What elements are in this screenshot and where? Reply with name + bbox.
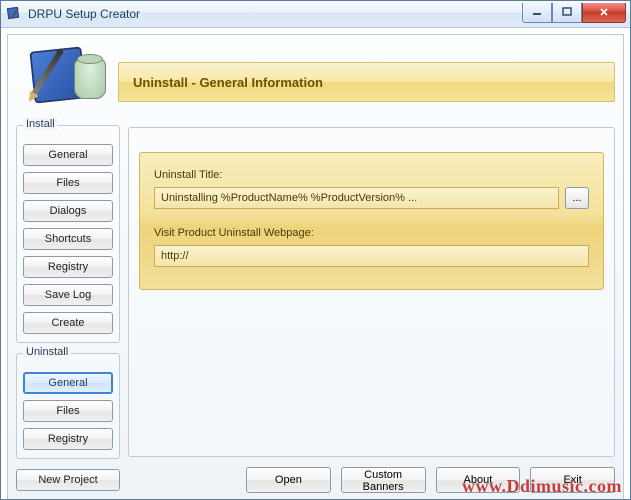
uninstall-title-input[interactable] [154,187,559,209]
browse-button[interactable]: ... [565,187,589,209]
new-project-button[interactable]: New Project [16,469,120,491]
sidebar: Install General Files Dialogs Shortcuts … [8,121,126,499]
install-savelog-button[interactable]: Save Log [23,284,113,306]
install-dialogs-button[interactable]: Dialogs [23,200,113,222]
custom-banners-button[interactable]: Custom Banners [341,467,426,493]
app-icon [7,6,23,22]
group-uninstall-label: Uninstall [23,346,71,358]
page-title: Uninstall - General Information [118,62,615,102]
install-shortcuts-button[interactable]: Shortcuts [23,228,113,250]
install-registry-button[interactable]: Registry [23,256,113,278]
uninstall-general-button[interactable]: General [23,372,113,394]
app-logo [32,43,100,111]
new-project-container: New Project [16,469,120,491]
window-controls [522,3,630,23]
install-create-button[interactable]: Create [23,312,113,334]
form-panel: Uninstall Title: ... Visit Product Unins… [139,152,604,290]
uninstall-registry-button[interactable]: Registry [23,428,113,450]
content-area: Uninstall Title: ... Visit Product Unins… [126,121,623,499]
group-uninstall: Uninstall General Files Registry [16,353,120,459]
install-general-button[interactable]: General [23,144,113,166]
header: Uninstall - General Information [8,35,623,115]
uninstall-files-button[interactable]: Files [23,400,113,422]
maximize-button[interactable] [552,3,582,23]
open-button[interactable]: Open [246,467,331,493]
window-title: DRPU Setup Creator [28,7,140,21]
titlebar: DRPU Setup Creator [1,1,630,28]
watermark: www.Ddimusic.com [462,476,622,497]
group-install: Install General Files Dialogs Shortcuts … [16,125,120,343]
close-button[interactable] [582,3,626,23]
tab-frame: Uninstall Title: ... Visit Product Unins… [128,127,615,457]
group-install-label: Install [23,118,58,130]
minimize-button[interactable] [522,3,552,23]
app-window: DRPU Setup Creator Uninstall - General I… [0,0,631,500]
main-panel: Uninstall - General Information Install … [7,34,624,500]
uninstall-title-label: Uninstall Title: [154,169,589,181]
webpage-label: Visit Product Uninstall Webpage: [154,227,589,239]
webpage-input[interactable] [154,245,589,267]
install-files-button[interactable]: Files [23,172,113,194]
